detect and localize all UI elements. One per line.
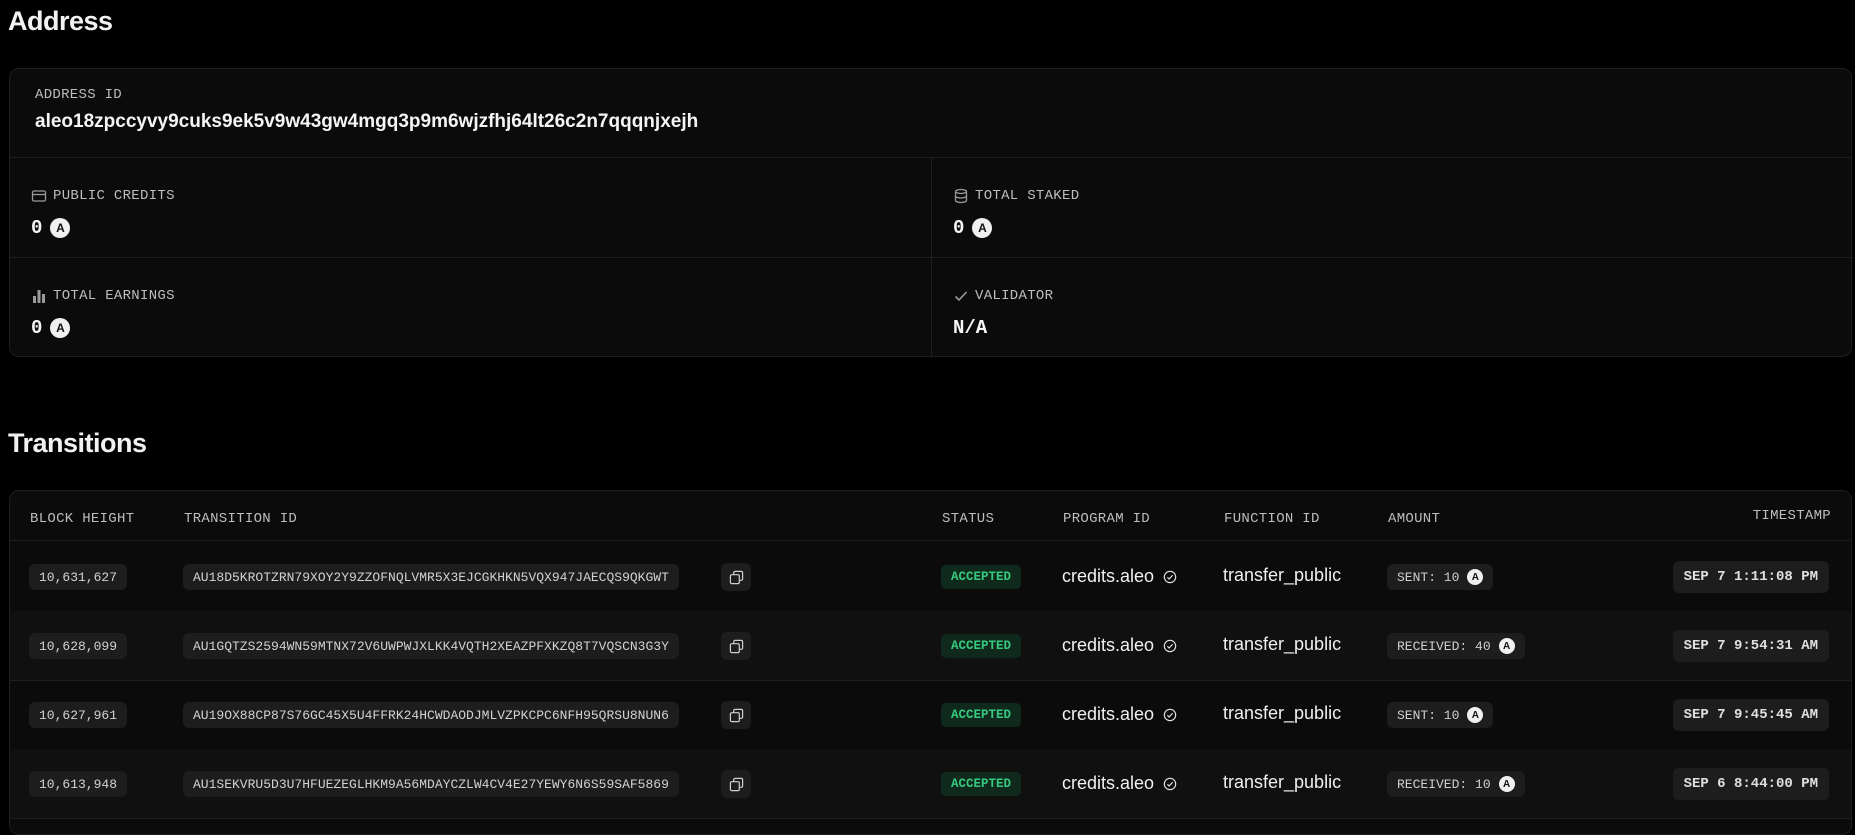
database-icon xyxy=(954,188,968,204)
aleo-token-icon: A xyxy=(972,218,993,238)
amount-text: RECEIVED: 40 xyxy=(1397,638,1491,654)
address-id-value: aleo18zpccyvy9cuks9ek5v9w43gw4mgq3p9m6wj… xyxy=(35,111,699,132)
transition-id-link[interactable]: AU1GQTZS2594WN59MTNX72V6UWPWJXLKK4VQTH2X… xyxy=(183,633,679,659)
program-id-text: credits.aleo xyxy=(1062,704,1155,724)
check-icon xyxy=(954,291,968,302)
verified-icon xyxy=(1163,708,1177,721)
aleo-token-icon: A xyxy=(50,218,71,238)
verified-icon xyxy=(1163,639,1177,652)
copy-icon xyxy=(729,639,743,653)
public-credits-label: PUBLIC CREDITS xyxy=(53,188,175,204)
transitions-table: BLOCK HEIGHT TRANSITION ID STATUS PROGRA… xyxy=(9,490,1852,835)
validator-label: VALIDATOR xyxy=(975,288,1054,304)
copy-button[interactable] xyxy=(721,563,751,591)
copy-button[interactable] xyxy=(721,701,751,729)
table-row[interactable]: 10,613,948 AU1SEKVRU5D3U7HFUEZEGLHKM9A56M… xyxy=(10,749,1851,819)
total-earnings-label: TOTAL EARNINGS xyxy=(53,288,175,304)
total-earnings-stat: TOTAL EARNINGS 0 A xyxy=(10,258,931,358)
aleo-token-icon: A xyxy=(1467,707,1484,723)
timestamp-badge: SEP 7 9:45:45 AM xyxy=(1672,699,1829,731)
function-id: transfer_public xyxy=(1223,565,1342,585)
timestamp-badge: SEP 6 8:44:00 PM xyxy=(1672,768,1829,800)
public-credits-stat: PUBLIC CREDITS 0 A xyxy=(10,158,931,258)
timestamp-badge: SEP 7 9:54:31 AM xyxy=(1672,630,1829,662)
status-badge: ACCEPTED xyxy=(941,772,1022,796)
column-block-height: BLOCK HEIGHT xyxy=(30,511,135,527)
transitions-title: Transitions xyxy=(8,428,147,458)
address-id-label: ADDRESS ID xyxy=(35,87,123,103)
block-height-link[interactable]: 10,631,627 xyxy=(29,564,128,590)
table-row[interactable]: 10,628,099 AU1GQTZS2594WN59MTNX72V6UWPWJX… xyxy=(10,611,1851,681)
address-title: Address xyxy=(8,6,113,36)
status-badge: ACCEPTED xyxy=(941,703,1022,727)
total-earnings-value: 0 xyxy=(31,317,43,339)
program-id-link[interactable]: credits.aleo xyxy=(1062,566,1177,587)
table-row[interactable]: 10,627,961 AU19OX88CP87S76GC45X5U4FFRK24H… xyxy=(10,680,1851,750)
bar-chart-icon xyxy=(33,290,45,303)
amount-badge: RECEIVED: 40 A xyxy=(1387,633,1525,659)
aleo-token-icon: A xyxy=(50,318,71,338)
transition-id-link[interactable]: AU18D5KROTZRN79XOY2Y9ZZOFNQLVMR5X3EJCGKH… xyxy=(183,564,679,590)
validator-stat: VALIDATOR N/A xyxy=(931,258,1853,358)
table-header: BLOCK HEIGHT TRANSITION ID STATUS PROGRA… xyxy=(10,491,1851,541)
amount-text: SENT: 10 xyxy=(1397,707,1460,723)
wallet-icon xyxy=(31,190,47,202)
copy-icon xyxy=(729,708,743,722)
verified-icon xyxy=(1163,570,1177,583)
amount-badge: RECEIVED: 10 A xyxy=(1387,771,1525,797)
function-id: transfer_public xyxy=(1223,772,1342,792)
validator-value: N/A xyxy=(953,317,988,339)
block-height-link[interactable]: 10,628,099 xyxy=(29,633,128,659)
amount-text: RECEIVED: 10 xyxy=(1397,776,1491,792)
program-id-link[interactable]: credits.aleo xyxy=(1062,773,1177,794)
program-id-link[interactable]: credits.aleo xyxy=(1062,704,1177,725)
table-row[interactable]: 10,631,627 AU18D5KROTZRN79XOY2Y9ZZOFNQLVM… xyxy=(10,542,1851,612)
public-credits-value: 0 xyxy=(31,217,43,239)
aleo-token-icon: A xyxy=(1467,569,1484,585)
address-card: ADDRESS ID aleo18zpccyvy9cuks9ek5v9w43gw… xyxy=(9,68,1853,358)
function-id: transfer_public xyxy=(1223,634,1342,654)
status-badge: ACCEPTED xyxy=(941,565,1022,589)
aleo-token-icon: A xyxy=(1498,638,1515,654)
copy-button[interactable] xyxy=(721,632,751,660)
function-id: transfer_public xyxy=(1223,703,1342,723)
amount-badge: SENT: 10 A xyxy=(1387,564,1494,590)
program-id-text: credits.aleo xyxy=(1062,773,1155,793)
amount-badge: SENT: 10 A xyxy=(1387,702,1494,728)
program-id-text: credits.aleo xyxy=(1062,635,1155,655)
column-function-id: FUNCTION ID xyxy=(1224,511,1320,527)
transition-id-link[interactable]: AU19OX88CP87S76GC45X5U4FFRK24HCWDAODJMLV… xyxy=(183,702,679,728)
amount-text: SENT: 10 xyxy=(1397,569,1460,585)
copy-icon xyxy=(729,570,743,584)
column-transition-id: TRANSITION ID xyxy=(184,511,298,527)
verified-icon xyxy=(1163,777,1177,790)
timestamp-badge: SEP 7 1:11:08 PM xyxy=(1672,561,1829,593)
column-amount: AMOUNT xyxy=(1388,511,1441,527)
transition-id-link[interactable]: AU1SEKVRU5D3U7HFUEZEGLHKM9A56MDAYCZLW4CV… xyxy=(183,771,679,797)
copy-icon xyxy=(729,777,743,791)
column-program-id: PROGRAM ID xyxy=(1063,511,1151,527)
total-staked-value: 0 xyxy=(953,217,965,239)
total-staked-stat: TOTAL STAKED 0 A xyxy=(931,158,1853,258)
status-badge: ACCEPTED xyxy=(941,634,1022,658)
address-id-block: ADDRESS ID aleo18zpccyvy9cuks9ek5v9w43gw… xyxy=(10,69,1851,158)
block-height-link[interactable]: 10,627,961 xyxy=(29,702,128,728)
column-status: STATUS xyxy=(942,511,995,527)
program-id-link[interactable]: credits.aleo xyxy=(1062,635,1177,656)
total-staked-label: TOTAL STAKED xyxy=(975,188,1080,204)
block-height-link[interactable]: 10,613,948 xyxy=(29,771,128,797)
program-id-text: credits.aleo xyxy=(1062,566,1155,586)
copy-button[interactable] xyxy=(721,770,751,798)
column-timestamp: TIMESTAMP xyxy=(1752,508,1831,524)
aleo-token-icon: A xyxy=(1498,776,1515,792)
